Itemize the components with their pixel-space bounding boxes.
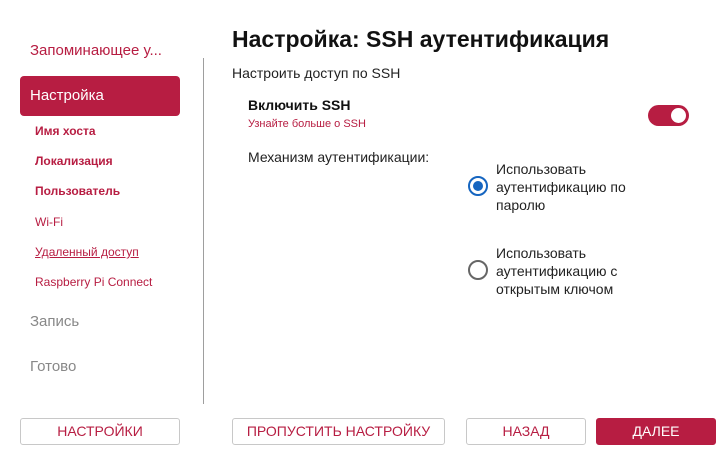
sidebar-step-write: Запись bbox=[30, 313, 80, 330]
password-auth-radio[interactable] bbox=[468, 176, 488, 196]
sidebar-step-done: Готово bbox=[30, 358, 77, 375]
back-button[interactable]: НАЗАД bbox=[466, 418, 586, 445]
sidebar-subitem-localization[interactable]: Локализация bbox=[35, 154, 113, 168]
enable-ssh-toggle[interactable] bbox=[648, 105, 689, 126]
skip-customization-button[interactable]: ПРОПУСТИТЬ НАСТРОЙКУ bbox=[232, 418, 445, 445]
public-key-auth-radio[interactable] bbox=[468, 260, 488, 280]
auth-mechanism-label: Механизм аутентификации: bbox=[248, 149, 430, 165]
toggle-knob bbox=[671, 108, 686, 123]
sidebar-divider bbox=[203, 58, 204, 404]
enable-ssh-label: Включить SSH bbox=[248, 97, 351, 113]
next-button[interactable]: ДАЛЕЕ bbox=[596, 418, 716, 445]
page-title: Настройка: SSH аутентификация bbox=[232, 26, 610, 52]
sidebar-step-storage[interactable]: Запоминающее у... bbox=[30, 42, 162, 59]
wizard-sidebar: Запоминающее у... Настройка Имя хоста Ло… bbox=[0, 0, 204, 405]
page-subtitle: Настроить доступ по SSH bbox=[232, 65, 401, 81]
sidebar-subitem-user[interactable]: Пользователь bbox=[35, 184, 120, 198]
public-key-auth-label[interactable]: Использовать аутентификацию с открытым к… bbox=[496, 244, 666, 298]
sidebar-step-customization[interactable]: Настройка bbox=[20, 76, 180, 116]
radio-selected-dot bbox=[473, 181, 483, 191]
learn-more-ssh-link[interactable]: Узнайте больше о SSH bbox=[248, 118, 366, 130]
settings-button[interactable]: НАСТРОЙКИ bbox=[20, 418, 180, 445]
password-auth-label[interactable]: Использовать аутентификацию по паролю bbox=[496, 160, 666, 214]
sidebar-subitem-remote-access[interactable]: Удаленный доступ bbox=[35, 245, 139, 259]
sidebar-subitem-hostname[interactable]: Имя хоста bbox=[35, 124, 96, 138]
sidebar-subitem-wifi[interactable]: Wi-Fi bbox=[35, 215, 63, 229]
sidebar-subitem-pi-connect[interactable]: Raspberry Pi Connect bbox=[35, 275, 152, 289]
